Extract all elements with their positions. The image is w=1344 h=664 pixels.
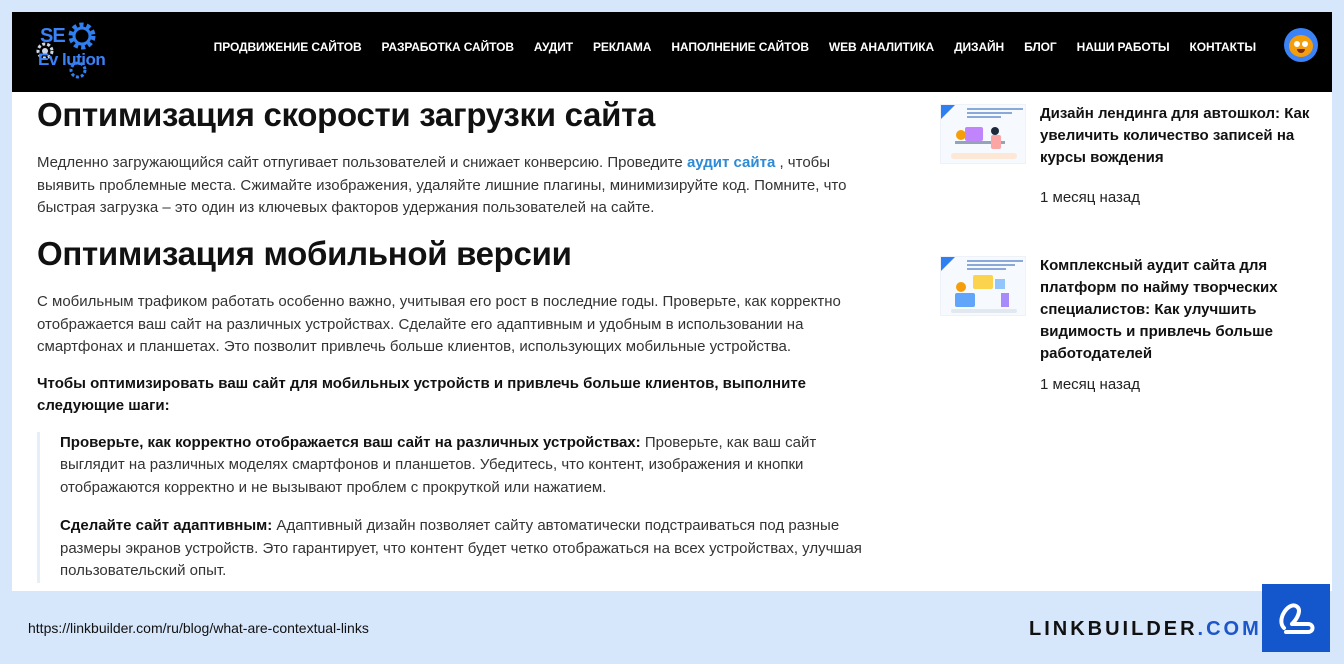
illustration-icon xyxy=(941,105,1017,159)
browser-frame: SE Ev lution ПРОДВИЖЕНИЕ САЙТОВ РАЗРАБОТ… xyxy=(12,12,1332,591)
post-date: 1 месяц назад xyxy=(1040,376,1140,393)
nav-item-ads[interactable]: РЕКЛАМА xyxy=(583,40,661,54)
avatar[interactable] xyxy=(1284,28,1318,62)
illustration-icon xyxy=(941,257,1017,313)
nav-item-portfolio[interactable]: НАШИ РАБОТЫ xyxy=(1067,40,1180,54)
avatar-face xyxy=(1289,35,1313,57)
post-thumbnail[interactable] xyxy=(940,104,1026,164)
heading-speed: Оптимизация скорости загрузки сайта xyxy=(37,96,655,133)
logo-line2: Ev lution xyxy=(38,50,106,69)
navbar: SE Ev lution ПРОДВИЖЕНИЕ САЙТОВ РАЗРАБОТ… xyxy=(12,12,1332,92)
list-item: Проверьте, как корректно отображается ва… xyxy=(60,432,867,500)
heading-mobile: Оптимизация мобильной версии xyxy=(37,234,572,272)
paragraph-mobile: С мобильным трафиком работать особенно в… xyxy=(37,293,841,356)
post-title[interactable]: Дизайн лендинга для автошкол: Как увелич… xyxy=(1040,103,1320,169)
nav-item-content[interactable]: НАПОЛНЕНИЕ САЙТОВ xyxy=(661,40,819,54)
brand-wordmark: LINKBUILDER.COM xyxy=(1029,618,1262,641)
link-icon xyxy=(1279,603,1315,634)
sidebar-post[interactable]: Комплексный аудит сайта для платформ по … xyxy=(940,255,1320,393)
nav-item-development[interactable]: РАЗРАБОТКА САЙТОВ xyxy=(372,40,524,54)
list-item: Сделайте сайт адаптивным: Адаптивный диз… xyxy=(60,515,867,583)
step-bold: Сделайте сайт адаптивным: xyxy=(60,517,273,535)
avatar-eye-left xyxy=(1294,41,1300,47)
sidebar-recent-posts: Дизайн лендинга для автошкол: Как увелич… xyxy=(940,92,1320,393)
article-content: Оптимизация скорости загрузки сайта Медл… xyxy=(37,92,867,591)
steps-list: Проверьте, как корректно отображается ва… xyxy=(37,431,867,583)
sidebar-post[interactable]: Дизайн лендинга для автошкол: Как увелич… xyxy=(940,104,1320,212)
linkbuilder-logo-icon xyxy=(1262,584,1330,652)
audit-link[interactable]: аудит сайта xyxy=(687,154,775,171)
nav-item-audit[interactable]: АУДИТ xyxy=(524,40,583,54)
paragraph-speed: Медленно загружающийся сайт отпугивает п… xyxy=(37,152,867,220)
logo-line1: SE xyxy=(40,25,66,47)
nav-item-design[interactable]: ДИЗАЙН xyxy=(944,40,1014,54)
post-date: 1 месяц назад xyxy=(1040,189,1140,206)
nav-item-blog[interactable]: БЛОГ xyxy=(1014,40,1066,54)
nav-item-promotion[interactable]: ПРОДВИЖЕНИЕ САЙТОВ xyxy=(204,40,372,54)
nav-item-analytics[interactable]: WEB АНАЛИТИКА xyxy=(819,40,944,54)
source-url: https://linkbuilder.com/ru/blog/what-are… xyxy=(28,620,369,636)
nav-item-contacts[interactable]: КОНТАКТЫ xyxy=(1180,40,1266,54)
brand-main: LINKBUILDER xyxy=(1029,618,1198,640)
post-title[interactable]: Комплексный аудит сайта для платформ по … xyxy=(1040,255,1320,365)
steps-intro: Чтобы оптимизировать ваш сайт для мобиль… xyxy=(37,374,807,415)
avatar-eye-right xyxy=(1302,41,1308,47)
speed-text-1: Медленно загружающийся сайт отпугивает п… xyxy=(37,154,687,172)
main-menu: ПРОДВИЖЕНИЕ САЙТОВ РАЗРАБОТКА САЙТОВ АУД… xyxy=(204,40,1266,54)
logo[interactable]: SE Ev lution xyxy=(34,18,134,80)
post-thumbnail[interactable] xyxy=(940,256,1026,316)
step-bold: Проверьте, как корректно отображается ва… xyxy=(60,433,641,451)
gear-icon-large xyxy=(68,22,96,50)
brand-dot: .COM xyxy=(1197,618,1262,640)
